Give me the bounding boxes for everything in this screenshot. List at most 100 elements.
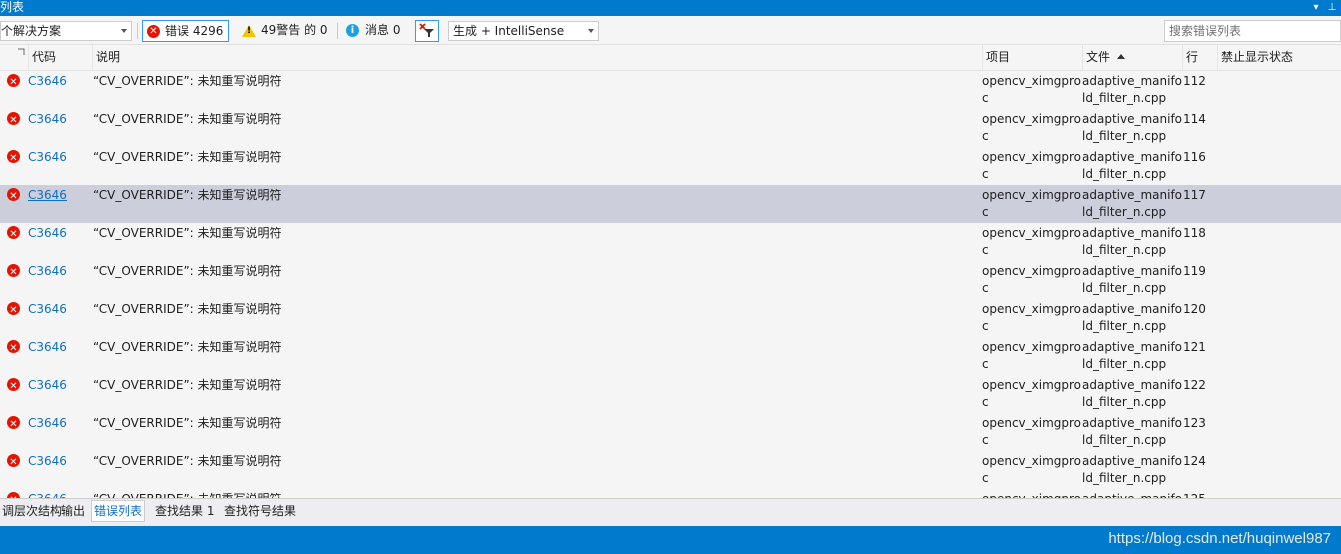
sort-ascending-icon <box>1117 54 1126 59</box>
table-row[interactable]: ✕C3646“CV_OVERRIDE”: 未知重写说明符opencv_ximgp… <box>0 451 1341 489</box>
tab-output[interactable]: 输出 <box>59 501 87 521</box>
table-row[interactable]: ✕C3646“CV_OVERRIDE”: 未知重写说明符opencv_ximgp… <box>0 413 1341 451</box>
table-row[interactable]: ✕C3646“CV_OVERRIDE”: 未知重写说明符opencv_ximgp… <box>0 489 1341 498</box>
warnings-filter-button[interactable]: ! 49警告 的 0 <box>236 20 332 42</box>
error-description: “CV_OVERRIDE”: 未知重写说明符 <box>93 264 282 278</box>
error-code-link[interactable]: C3646 <box>28 225 67 242</box>
table-row[interactable]: ✕C3646“CV_OVERRIDE”: 未知重写说明符opencv_ximgp… <box>0 71 1341 109</box>
error-project: opencv_ximgproc <box>982 226 1082 257</box>
error-project: opencv_ximgproc <box>982 188 1082 219</box>
table-row[interactable]: ✕C3646“CV_OVERRIDE”: 未知重写说明符opencv_ximgp… <box>0 375 1341 413</box>
column-header-code[interactable]: 代码 <box>28 45 92 70</box>
error-description: “CV_OVERRIDE”: 未知重写说明符 <box>93 226 282 240</box>
window-menu-icon[interactable]: ▾ <box>1309 0 1323 16</box>
table-row[interactable]: ✕C3646“CV_OVERRIDE”: 未知重写说明符opencv_ximgp… <box>0 299 1341 337</box>
error-description: “CV_OVERRIDE”: 未知重写说明符 <box>93 416 282 430</box>
watermark-text: https://blog.csdn.net/huqinwel987 <box>1108 530 1331 547</box>
error-file: adaptive_manifold_filter_n.cpp <box>1082 112 1183 143</box>
error-line: 125 <box>1183 491 1206 498</box>
tab-find-results-1[interactable]: 查找结果 1 <box>153 501 216 521</box>
error-line: 122 <box>1183 378 1206 392</box>
tab-find-symbol-results[interactable]: 查找符号结果 <box>222 501 298 521</box>
error-line: 119 <box>1183 264 1206 278</box>
error-file: adaptive_manifold_filter_n.cpp <box>1082 150 1183 181</box>
error-code-link[interactable]: C3646 <box>28 301 67 318</box>
tool-window-titlebar: 列表 ▾ ⊥ <box>0 0 1341 16</box>
error-code-link[interactable]: C3646 <box>28 491 67 498</box>
error-line: 117 <box>1183 188 1206 202</box>
error-icon: ✕ <box>7 264 20 278</box>
bottom-panel-tabs: 调层次结构 输出 错误列表 查找结果 1 查找符号结果 <box>0 498 1341 526</box>
error-code-link[interactable]: C3646 <box>28 73 67 90</box>
errors-filter-label: 错误 4296 <box>165 24 224 38</box>
error-code-link[interactable]: C3646 <box>28 187 67 204</box>
column-header-suppression[interactable]: 禁止显示状态 <box>1217 45 1341 70</box>
chevron-down-icon <box>588 29 594 33</box>
error-code-link[interactable]: C3646 <box>28 453 67 470</box>
error-file: adaptive_manifold_filter_n.cpp <box>1082 74 1183 105</box>
table-row[interactable]: ✕ C3646 “CV_OVERRIDE”: 未知重写说明符 opencv_ximgp… <box>0 185 1341 223</box>
error-file: adaptive_manifold_filter_n.cpp <box>1082 264 1183 295</box>
error-list-rows: ✕ C3646 “CV_OVERRIDE”: 未知重写说明符 opencv_ximgp… <box>0 71 1341 498</box>
error-project: opencv_ximgproc <box>982 302 1082 333</box>
table-row[interactable]: ✕ C3646 “CV_OVERRIDE”: 未知重写说明符 opencv_ximgp… <box>0 261 1341 299</box>
error-description: “CV_OVERRIDE”: 未知重写说明符 <box>93 112 282 126</box>
error-description: “CV_OVERRIDE”: 未知重写说明符 <box>93 74 282 88</box>
column-header-project[interactable]: 项目 <box>982 45 1082 70</box>
error-line: 124 <box>1183 454 1206 468</box>
error-code-link[interactable]: C3646 <box>28 339 67 356</box>
scope-dropdown[interactable]: 个解决方案 <box>0 21 132 41</box>
tab-hierarchy[interactable]: 调层次结构 <box>0 501 64 521</box>
corner-grip-icon <box>18 48 25 55</box>
column-header-description[interactable]: 说明 <box>92 45 982 70</box>
info-icon: i <box>346 24 359 37</box>
error-project: opencv_ximgproc <box>982 454 1082 485</box>
clear-filter-button[interactable] <box>415 20 439 42</box>
errors-filter-button[interactable]: ✕ 错误 4296 <box>142 20 229 42</box>
column-header-line[interactable]: 行 <box>1182 45 1217 70</box>
error-icon: ✕ <box>7 302 20 316</box>
table-row[interactable]: ✕C3646“CV_OVERRIDE”: 未知重写说明符opencv_ximgp… <box>0 337 1341 375</box>
error-line: 112 <box>1183 74 1206 88</box>
error-icon: ✕ <box>7 226 20 240</box>
warning-icon: ! <box>242 25 256 37</box>
error-line: 114 <box>1183 112 1206 126</box>
error-code-link[interactable]: C3646 <box>28 415 67 432</box>
search-error-list-input[interactable]: 搜索错误列表 <box>1164 20 1341 42</box>
error-project: opencv_ximgproc <box>982 378 1082 409</box>
tool-window-title: 列表 <box>0 0 25 14</box>
messages-filter-button[interactable]: i 消息 0 <box>340 20 410 42</box>
table-row[interactable]: ✕C3646“CV_OVERRIDE”: 未知重写说明符opencv_ximgp… <box>0 147 1341 185</box>
error-line: 116 <box>1183 150 1206 164</box>
scope-dropdown-value: 个解决方案 <box>1 24 62 38</box>
column-header-file[interactable]: 文件 <box>1082 45 1182 70</box>
error-description: “CV_OVERRIDE”: 未知重写说明符 <box>93 491 282 498</box>
error-icon: ✕ <box>7 188 20 202</box>
error-code-link[interactable]: C3646 <box>28 263 67 280</box>
error-icon: ✕ <box>7 340 20 354</box>
error-description: “CV_OVERRIDE”: 未知重写说明符 <box>93 340 282 354</box>
table-row[interactable]: ✕C3646“CV_OVERRIDE”: 未知重写说明符opencv_ximgp… <box>0 109 1341 147</box>
error-list-toolbar: 个解决方案 ✕ 错误 4296 ! 49警告 的 0 i 消息 0 生成 + I… <box>0 16 1341 45</box>
error-file: adaptive_manifold_filter_n.cpp <box>1082 302 1183 333</box>
build-mode-dropdown[interactable]: 生成 + IntelliSense <box>448 21 599 41</box>
error-file: adaptive_manifold_filter_n.cpp <box>1082 491 1182 498</box>
error-project: opencv_ximgproc <box>982 416 1082 447</box>
error-code-link[interactable]: C3646 <box>28 111 67 128</box>
error-code-link[interactable]: C3646 <box>28 377 67 394</box>
messages-filter-label: 消息 0 <box>365 23 401 37</box>
tab-error-list[interactable]: 错误列表 <box>91 500 146 522</box>
error-description: “CV_OVERRIDE”: 未知重写说明符 <box>93 150 282 164</box>
build-mode-value: 生成 + IntelliSense <box>453 24 565 38</box>
error-file: adaptive_manifold_filter_n.cpp <box>1082 226 1183 257</box>
error-code-link[interactable]: C3646 <box>28 149 67 166</box>
pin-icon[interactable]: ⊥ <box>1325 0 1339 16</box>
column-header-icon[interactable] <box>0 45 28 70</box>
column-header-file-label: 文件 <box>1086 50 1111 64</box>
error-description: “CV_OVERRIDE”: 未知重写说明符 <box>93 454 282 468</box>
error-project: opencv_ximgproc <box>982 264 1082 295</box>
table-row[interactable]: ✕ C3646 “CV_OVERRIDE”: 未知重写说明符 opencv_ximgp… <box>0 223 1341 261</box>
error-description: “CV_OVERRIDE”: 未知重写说明符 <box>93 188 282 202</box>
clear-filter-icon <box>419 23 434 37</box>
error-line: 118 <box>1183 226 1206 240</box>
